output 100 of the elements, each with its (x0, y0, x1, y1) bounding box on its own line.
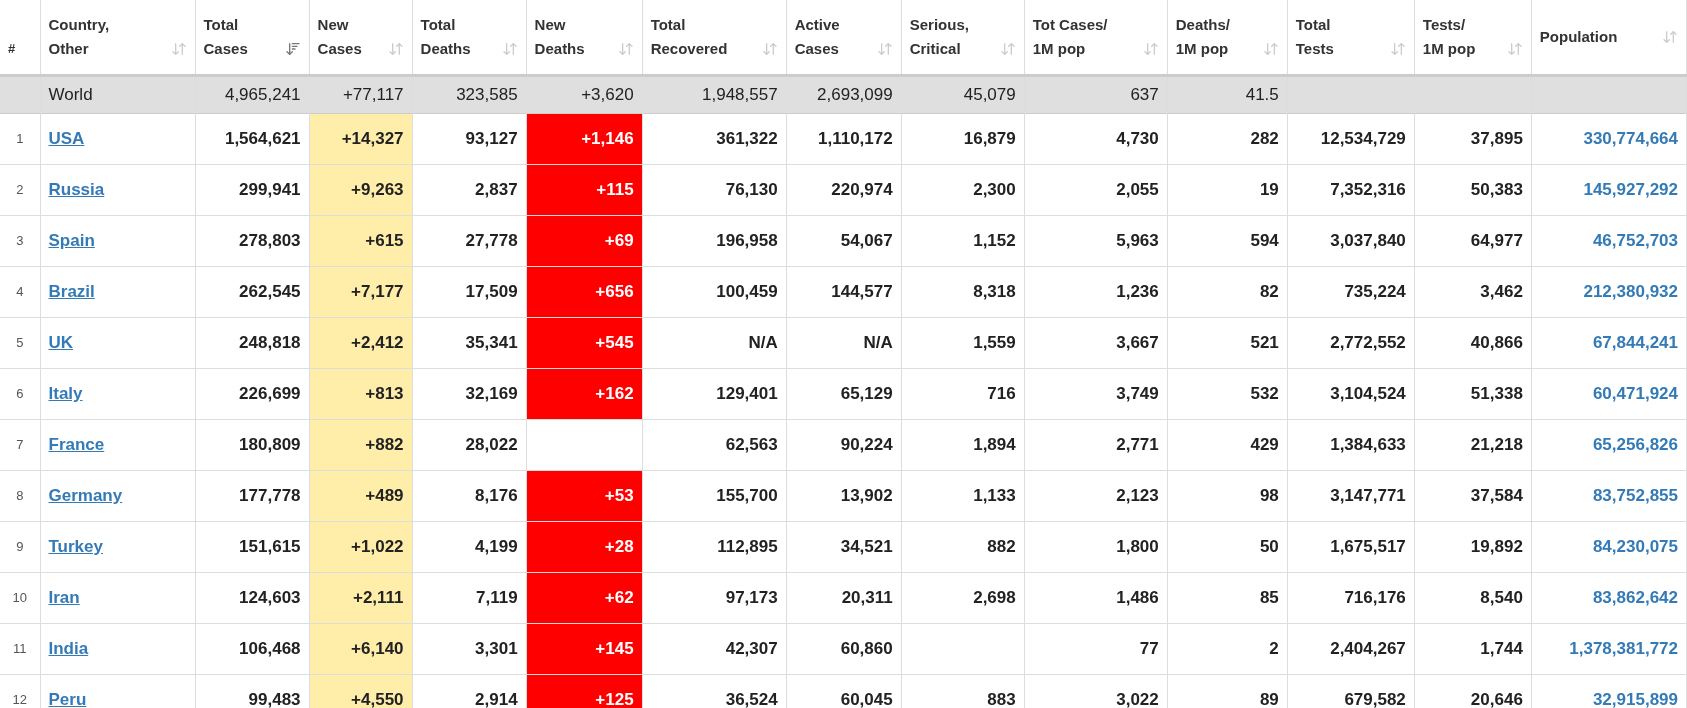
sort-descending-icon (284, 40, 301, 57)
table-cell: 2 (0, 164, 40, 215)
table-cell: 1,133 (901, 470, 1025, 521)
table-cell: 220,974 (786, 164, 902, 215)
column-header[interactable]: Total Deaths (412, 0, 527, 75)
table-cell: 2,693,099 (786, 75, 902, 113)
country-link[interactable]: Spain (48, 230, 95, 250)
sort-icon (617, 40, 634, 57)
table-cell: +9,263 (309, 164, 413, 215)
table-cell: 16,879 (901, 113, 1025, 164)
table-cell: 51,338 (1414, 368, 1532, 419)
table-cell: +615 (309, 215, 413, 266)
table-cell: +813 (309, 368, 413, 419)
table-cell: 1,152 (901, 215, 1025, 266)
table-cell: 3,104,524 (1287, 368, 1415, 419)
column-header[interactable]: Country, Other (40, 0, 196, 75)
table-cell: 50,383 (1414, 164, 1532, 215)
table-cell: 1,486 (1024, 572, 1168, 623)
table-cell: +4,550 (309, 674, 413, 708)
table-cell: 34,521 (786, 521, 902, 572)
table-cell: 3,022 (1024, 674, 1168, 708)
country-link[interactable]: Italy (48, 383, 83, 403)
column-header[interactable]: Population (1531, 0, 1687, 75)
table-cell: 10 (0, 572, 40, 623)
table-cell: World (40, 75, 196, 113)
table-cell: 2,404,267 (1287, 623, 1415, 674)
table-cell: 155,700 (642, 470, 787, 521)
column-header[interactable]: Tot Cases/ 1M pop (1024, 0, 1168, 75)
table-cell: 3,301 (412, 623, 527, 674)
column-header[interactable]: Serious, Critical (901, 0, 1025, 75)
table-cell: 1,948,557 (642, 75, 787, 113)
table-cell: 12 (0, 674, 40, 708)
table-cell: N/A (642, 317, 787, 368)
country-link[interactable]: Iran (48, 587, 80, 607)
table-cell: 278,803 (195, 215, 310, 266)
table-cell: 1,675,517 (1287, 521, 1415, 572)
table-cell: 42,307 (642, 623, 787, 674)
table-cell: 50 (1167, 521, 1288, 572)
country-link[interactable]: France (48, 434, 105, 454)
table-cell: 83,752,855 (1531, 470, 1687, 521)
column-header[interactable]: Total Tests (1287, 0, 1415, 75)
table-cell: 106,468 (195, 623, 310, 674)
column-header[interactable]: Deaths/ 1M pop (1167, 0, 1288, 75)
table-cell: 637 (1024, 75, 1168, 113)
table-cell: 212,380,932 (1531, 266, 1687, 317)
sort-icon (1262, 40, 1279, 57)
table-cell: 1,744 (1414, 623, 1532, 674)
table-cell: 65,129 (786, 368, 902, 419)
table-cell: 65,256,826 (1531, 419, 1687, 470)
table-cell: 3,667 (1024, 317, 1168, 368)
table-cell: 35,341 (412, 317, 527, 368)
table-cell: +489 (309, 470, 413, 521)
table-cell: 84,230,075 (1531, 521, 1687, 572)
table-cell: 883 (901, 674, 1025, 708)
table-cell: +77,117 (309, 75, 413, 113)
table-cell: +28 (526, 521, 643, 572)
country-link[interactable]: Turkey (48, 536, 103, 556)
column-header[interactable]: Tests/ 1M pop (1414, 0, 1532, 75)
table-cell: 37,895 (1414, 113, 1532, 164)
country-link[interactable]: Germany (48, 485, 123, 505)
column-header[interactable]: Total Recovered (642, 0, 787, 75)
country-link[interactable]: UK (48, 332, 74, 352)
sort-icon (387, 40, 404, 57)
country-link[interactable]: Brazil (48, 281, 95, 301)
column-header[interactable]: # (0, 0, 40, 75)
table-cell: 3,037,840 (1287, 215, 1415, 266)
table-cell: 41.5 (1167, 75, 1288, 113)
sort-icon (761, 40, 778, 57)
table-cell: 8,540 (1414, 572, 1532, 623)
table-cell: 19,892 (1414, 521, 1532, 572)
table-cell: +1,022 (309, 521, 413, 572)
table-cell: 36,524 (642, 674, 787, 708)
column-header[interactable]: Total Cases (195, 0, 310, 75)
table-cell: 2,914 (412, 674, 527, 708)
table-cell: 323,585 (412, 75, 527, 113)
table-cell: +2,412 (309, 317, 413, 368)
country-link[interactable]: Peru (48, 689, 87, 708)
table-cell: 5,963 (1024, 215, 1168, 266)
table-cell: +6,140 (309, 623, 413, 674)
table-cell: +3,620 (526, 75, 643, 113)
table-cell: 27,778 (412, 215, 527, 266)
table-cell: 532 (1167, 368, 1288, 419)
table-cell: 1,559 (901, 317, 1025, 368)
country-link[interactable]: USA (48, 128, 85, 148)
country-link[interactable]: India (48, 638, 89, 658)
column-header[interactable]: New Cases (309, 0, 413, 75)
table-cell: 3,147,771 (1287, 470, 1415, 521)
table-cell: 112,895 (642, 521, 787, 572)
table-cell: 2,837 (412, 164, 527, 215)
table-cell: 735,224 (1287, 266, 1415, 317)
table-cell: +1,146 (526, 113, 643, 164)
column-header[interactable]: Active Cases (786, 0, 902, 75)
country-link[interactable]: Russia (48, 179, 105, 199)
table-cell: 2,772,552 (1287, 317, 1415, 368)
table-cell: 4,199 (412, 521, 527, 572)
sort-icon (170, 40, 187, 57)
table-cell: 1,236 (1024, 266, 1168, 317)
column-header[interactable]: New Deaths (526, 0, 643, 75)
table-cell: +14,327 (309, 113, 413, 164)
table-cell: 679,582 (1287, 674, 1415, 708)
